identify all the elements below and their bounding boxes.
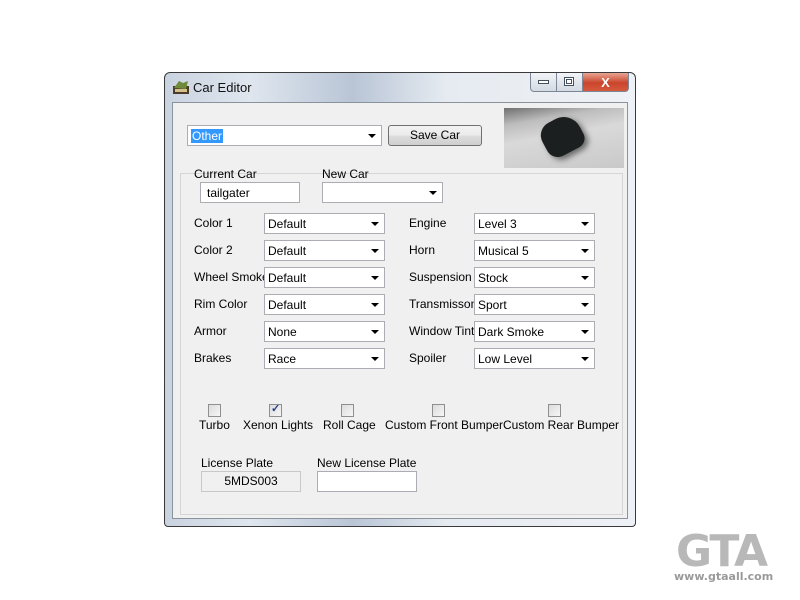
license-plate-label: License Plate [201,456,274,470]
chevron-down-icon [429,191,437,195]
car-preset-value: Other [191,129,224,143]
engine-label: Engine [409,216,447,230]
color2-select[interactable]: Default [264,240,385,261]
brakes-value: Race [268,352,297,366]
chevron-down-icon [581,276,589,280]
checkmark-icon: ✓ [271,403,281,415]
color2-value: Default [268,244,307,258]
car-preset-select[interactable]: Other [187,125,382,146]
suspension-select[interactable]: Stock [474,267,595,288]
new-license-plate-input[interactable] [317,471,417,492]
new-car-label: New Car [322,167,369,181]
turbo-label[interactable]: Turbo [199,418,230,432]
close-icon: X [601,74,610,90]
watermark-url: www.gtaall.com [674,570,774,583]
color1-value: Default [268,217,307,231]
custom-rear-bumper-label[interactable]: Custom Rear Bumper [503,418,619,432]
minimize-button[interactable] [530,73,557,92]
chevron-down-icon [581,357,589,361]
car-editor-window: Car Editor X Other Save Car Current Car … [164,72,636,527]
window-tint-select[interactable]: Dark Smoke [474,321,595,342]
horn-value: Musical 5 [478,244,529,258]
color1-select[interactable]: Default [264,213,385,234]
wheel-smoke-label: Wheel Smoke [194,270,269,284]
transmission-select[interactable]: Sport [474,294,595,315]
new-car-select[interactable] [322,182,443,203]
chevron-down-icon [371,303,379,307]
car-preview-image [504,108,624,168]
roll-cage-label[interactable]: Roll Cage [323,418,376,432]
close-button[interactable]: X [583,73,629,92]
suspension-label: Suspension [409,270,472,284]
rim-color-label: Rim Color [194,297,248,311]
xenon-lights-label[interactable]: Xenon Lights [243,418,313,432]
chevron-down-icon [581,249,589,253]
license-plate-field: 5MDS003 [201,471,301,492]
spoiler-value: Low Level [478,352,533,366]
chevron-down-icon [371,249,379,253]
car-editor-app-icon [173,81,189,94]
armor-label: Armor [194,324,227,338]
maximize-icon [564,77,574,86]
save-car-button[interactable]: Save Car [388,125,482,146]
chevron-down-icon [368,134,376,138]
suspension-value: Stock [478,271,509,285]
armor-value: None [268,325,297,339]
custom-front-bumper-label[interactable]: Custom Front Bumper [385,418,503,432]
chevron-down-icon [371,222,379,226]
transmission-value: Sport [478,298,507,312]
engine-select[interactable]: Level 3 [474,213,595,234]
chevron-down-icon [581,330,589,334]
chevron-down-icon [371,330,379,334]
gtaall-watermark: GTA www.gtaall.com [672,518,792,590]
maximize-button[interactable] [557,73,583,92]
wheel-smoke-value: Default [268,271,307,285]
horn-select[interactable]: Musical 5 [474,240,595,261]
license-plate-value: 5MDS003 [224,474,278,488]
current-car-value: tailgater [207,186,250,200]
brakes-select[interactable]: Race [264,348,385,369]
color1-label: Color 1 [194,216,233,230]
horn-label: Horn [409,243,436,257]
minimize-icon [537,80,549,84]
transmission-label: Transmisson [409,297,478,311]
title-bar[interactable]: Car Editor X [165,73,635,101]
chevron-down-icon [371,357,379,361]
color2-label: Color 2 [194,243,233,257]
engine-value: Level 3 [478,217,517,231]
window-tint-value: Dark Smoke [478,325,545,339]
new-license-plate-label: New License Plate [317,456,417,470]
client-area: Other Save Car Current Car tailgater New… [172,102,628,519]
brakes-label: Brakes [194,351,232,365]
armor-select[interactable]: None [264,321,385,342]
custom-front-bumper-checkbox[interactable] [432,404,445,417]
chevron-down-icon [371,276,379,280]
window-title: Car Editor [193,80,252,95]
custom-rear-bumper-checkbox[interactable] [548,404,561,417]
chevron-down-icon [581,303,589,307]
roll-cage-checkbox[interactable] [341,404,354,417]
spoiler-select[interactable]: Low Level [474,348,595,369]
turbo-checkbox[interactable] [208,404,221,417]
current-car-label: Current Car [194,167,257,181]
current-car-field[interactable]: tailgater [200,182,300,203]
car-image [535,110,589,162]
spoiler-label: Spoiler [409,351,447,365]
wheel-smoke-select[interactable]: Default [264,267,385,288]
window-tint-label: Window Tint [409,324,475,338]
xenon-lights-checkbox[interactable]: ✓ [269,403,282,417]
rim-color-select[interactable]: Default [264,294,385,315]
chevron-down-icon [581,222,589,226]
rim-color-value: Default [268,298,307,312]
